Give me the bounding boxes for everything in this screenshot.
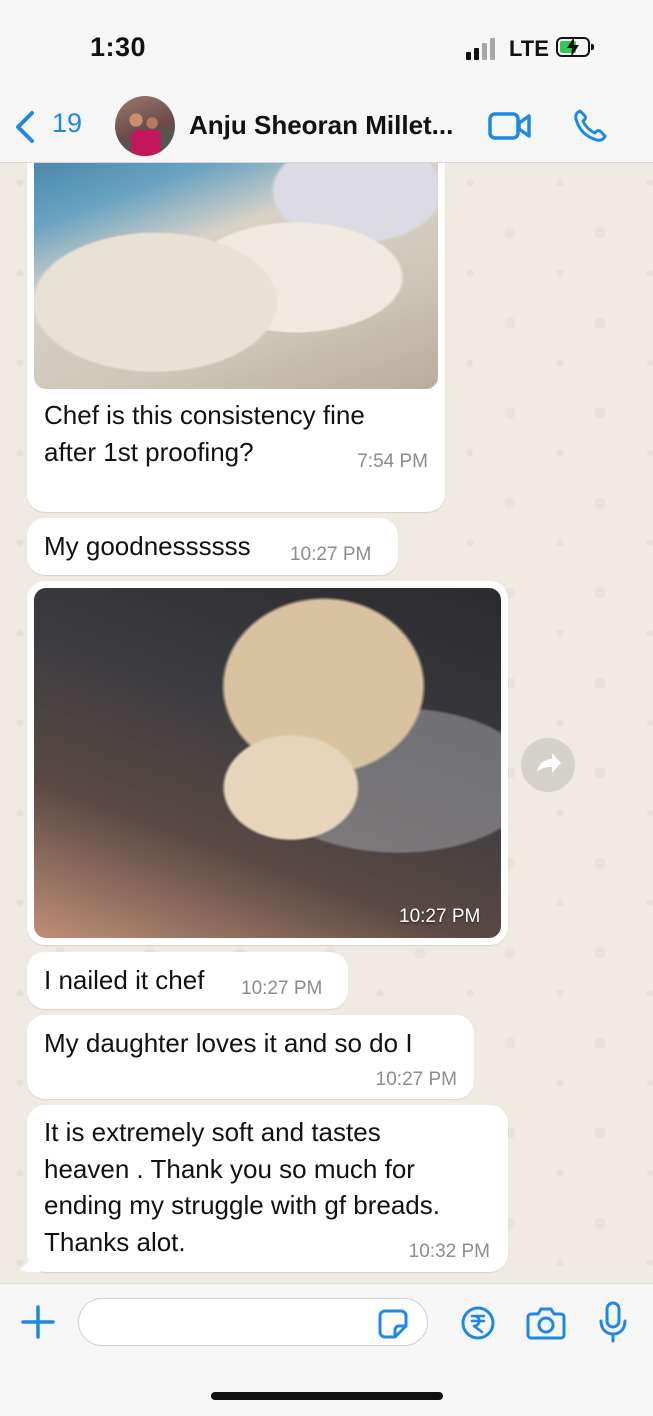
- sticker-button[interactable]: [377, 1308, 409, 1345]
- message-bubble[interactable]: I nailed it chef 10:27 PM: [27, 952, 348, 1009]
- unread-count: 19: [52, 108, 83, 138]
- message-text: My daughter loves it and so do I: [44, 1028, 413, 1058]
- message-text: It is extremely soft and tastes heaven .…: [44, 1117, 440, 1257]
- status-bar: 1:30 LTE: [0, 0, 653, 92]
- chat-area[interactable]: Chef is this consistency fine after 1st …: [0, 163, 653, 1283]
- camera-button[interactable]: [525, 1305, 567, 1346]
- plus-icon: [21, 1305, 55, 1339]
- network-label: LTE: [509, 36, 549, 61]
- camera-icon: [526, 1307, 566, 1340]
- message-bubble[interactable]: 10:27 PM: [27, 581, 508, 945]
- message-time: 10:27 PM: [241, 978, 323, 999]
- phone-icon: [574, 109, 607, 142]
- message-time: 10:27 PM: [399, 906, 481, 927]
- voice-call-button[interactable]: [572, 108, 608, 149]
- message-text: My goodnessssss: [44, 531, 251, 561]
- contact-name[interactable]: Anju Sheoran Millet...: [189, 110, 453, 141]
- mic-icon: [599, 1301, 627, 1343]
- voice-message-button[interactable]: [598, 1300, 628, 1349]
- payment-button[interactable]: [460, 1305, 496, 1346]
- avatar[interactable]: [115, 96, 175, 156]
- message-bubble[interactable]: My daughter loves it and so do I 10:27 P…: [27, 1015, 474, 1099]
- attach-button[interactable]: [20, 1304, 56, 1345]
- message-bubble[interactable]: Chef is this consistency fine after 1st …: [27, 163, 445, 512]
- message-bubble[interactable]: My goodnessssss 10:27 PM: [27, 518, 398, 575]
- message-time: 7:54 PM: [357, 451, 428, 472]
- rupee-icon: [461, 1306, 495, 1340]
- signal-icon: [466, 38, 496, 60]
- back-chevron-icon: [16, 111, 34, 143]
- message-time: 10:27 PM: [290, 544, 372, 565]
- message-text: I nailed it chef: [44, 965, 205, 995]
- dough-photo[interactable]: [34, 163, 438, 389]
- message-text: Chef is this consistency fine after 1st …: [44, 400, 365, 467]
- video-call-icon: [488, 112, 531, 140]
- status-time: 1:30: [90, 32, 147, 62]
- message-time: 10:32 PM: [408, 1241, 490, 1262]
- forward-button[interactable]: [521, 738, 575, 792]
- home-indicator[interactable]: [211, 1392, 443, 1400]
- sticker-icon: [378, 1309, 408, 1339]
- chat-header: 19 Anju Sheoran Millet...: [0, 92, 653, 163]
- bread-photo[interactable]: [34, 588, 501, 938]
- battery-icon: [556, 37, 594, 57]
- message-time: 10:27 PM: [375, 1069, 457, 1090]
- forward-icon: [537, 753, 561, 773]
- message-bubble[interactable]: It is extremely soft and tastes heaven .…: [27, 1105, 508, 1272]
- video-call-button[interactable]: [488, 110, 532, 147]
- message-input[interactable]: [78, 1298, 428, 1346]
